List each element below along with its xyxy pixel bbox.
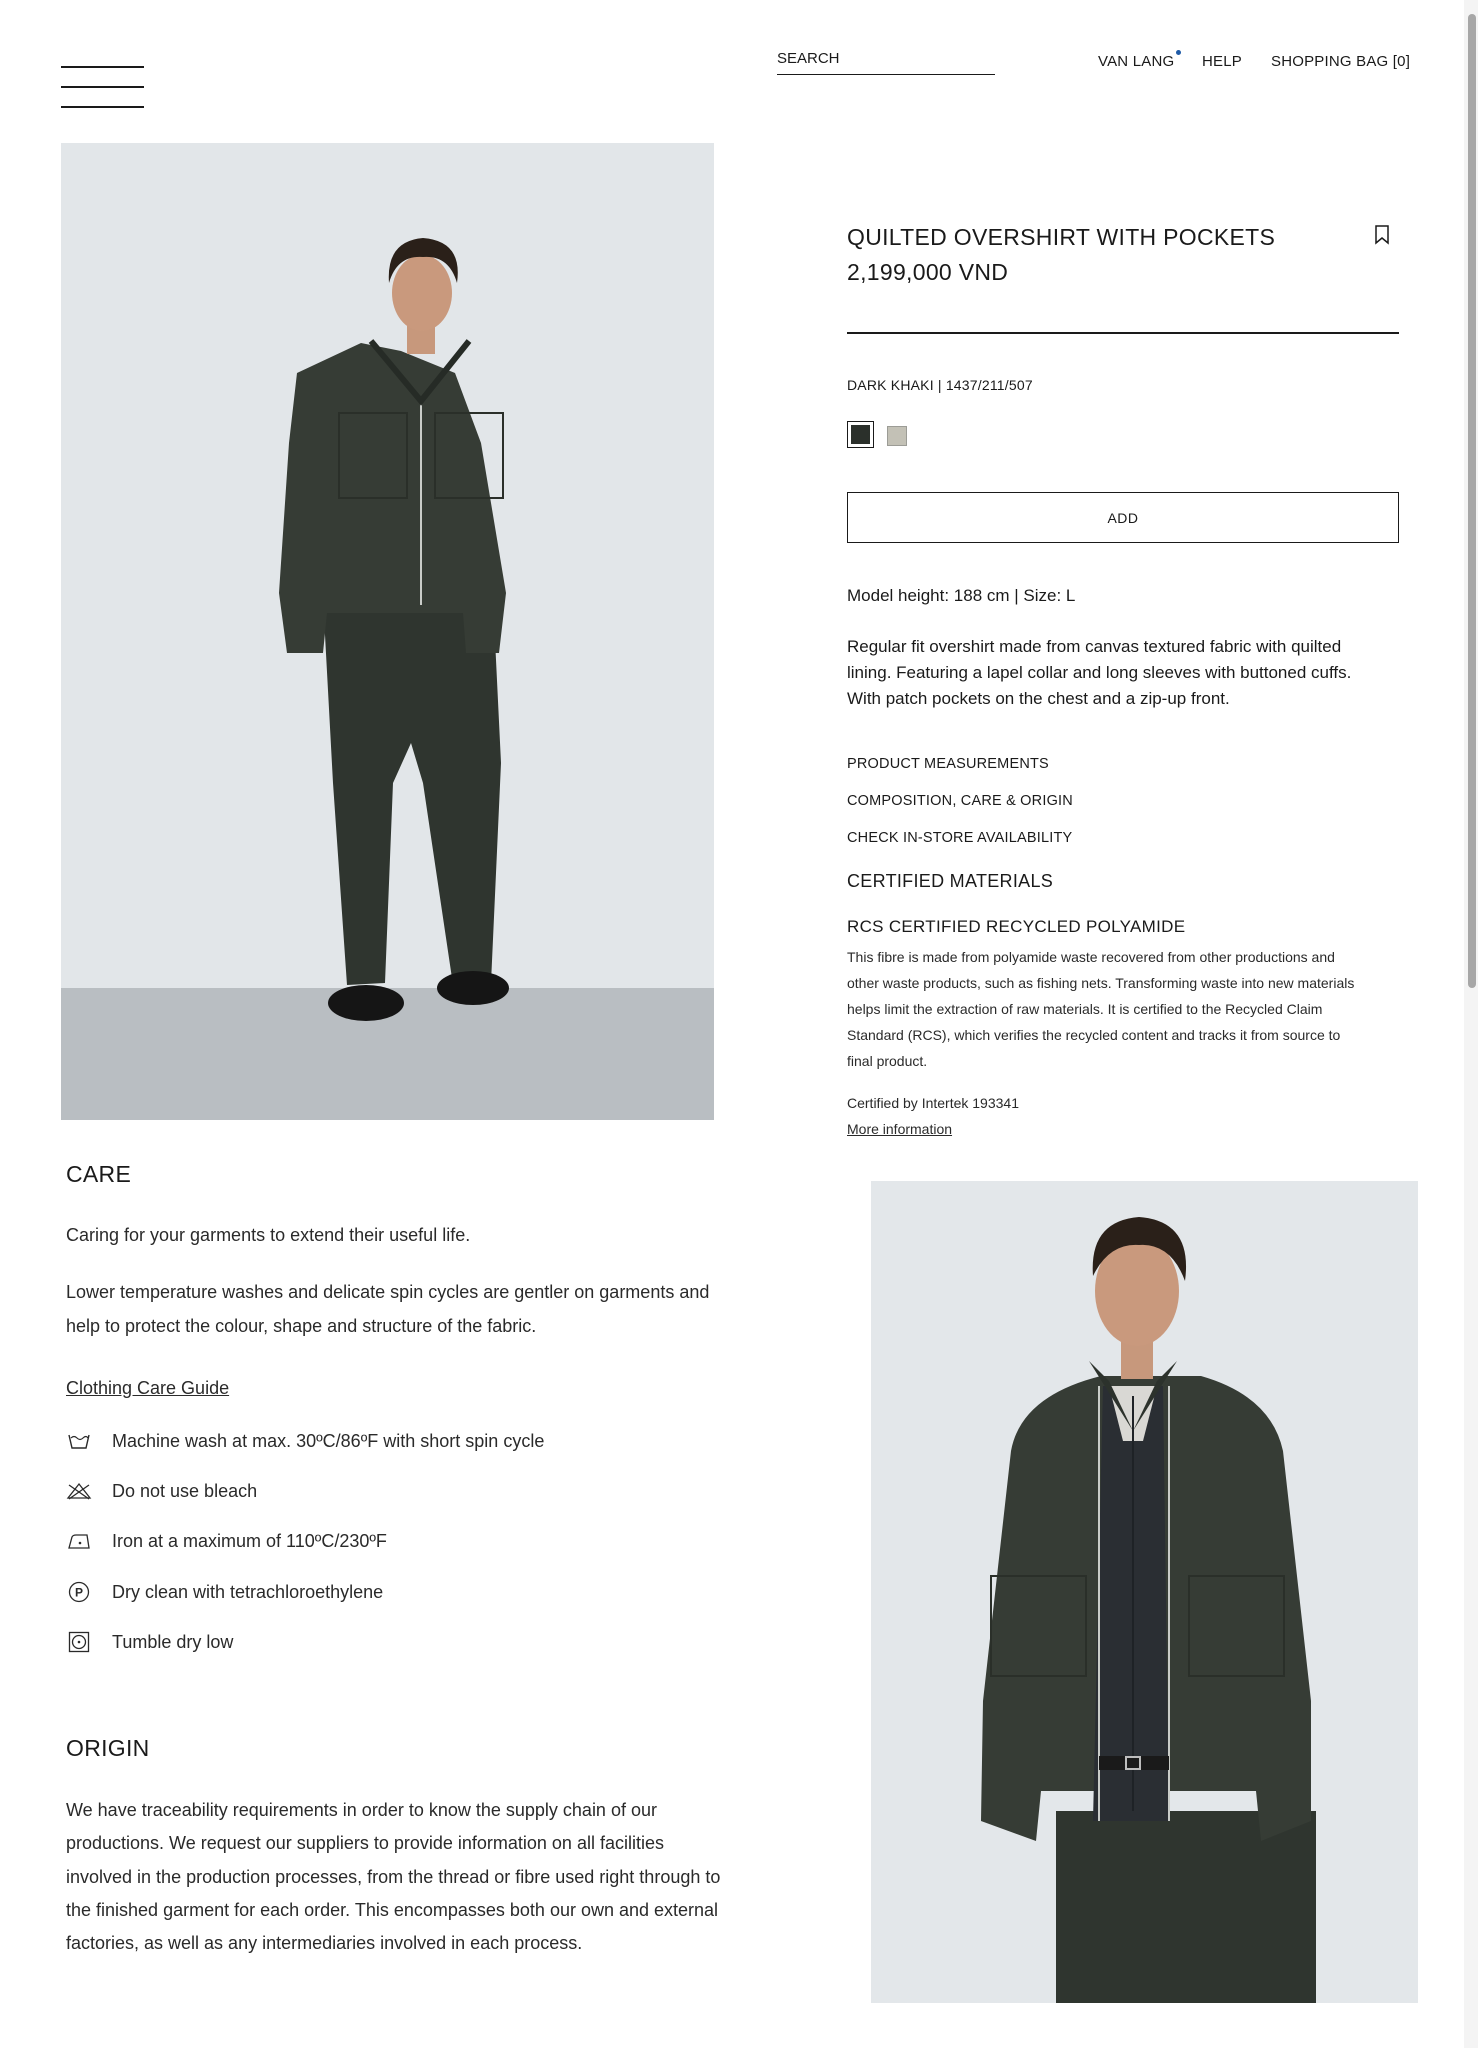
care-instruction-dry-clean: P Dry clean with tetrachloroethylene xyxy=(66,1579,383,1605)
origin-text: We have traceability requirements in ord… xyxy=(66,1800,721,1954)
account-link[interactable]: VAN LANG xyxy=(1098,50,1182,70)
shopping-bag-link[interactable]: SHOPPING BAG [0] xyxy=(1271,53,1410,70)
notification-dot xyxy=(1176,50,1182,55)
care-instruction-bleach: Do not use bleach xyxy=(66,1478,257,1504)
search-field[interactable] xyxy=(777,46,995,75)
search-input[interactable] xyxy=(777,46,995,67)
care-instruction-iron: Iron at a maximum of 110ºC/230ºF xyxy=(66,1528,387,1554)
care-instruction-text: Machine wash at max. 30ºC/86ºF with shor… xyxy=(112,1430,545,1451)
no-bleach-icon xyxy=(66,1478,92,1504)
care-instruction-text: Iron at a maximum of 110ºC/230ºF xyxy=(112,1530,387,1551)
tumble-dry-low-icon xyxy=(66,1629,92,1655)
check-in-store-availability-link[interactable]: CHECK IN-STORE AVAILABILITY xyxy=(847,830,1072,846)
rcs-heading: RCS CERTIFIED RECYCLED POLYAMIDE xyxy=(847,917,1186,936)
dry-clean-p-icon: P xyxy=(66,1579,92,1605)
care-instruction-text: Tumble dry low xyxy=(112,1631,234,1652)
rcs-description: This fibre is made from polyamide waste … xyxy=(847,949,1355,1069)
care-instruction-text: Do not use bleach xyxy=(112,1480,258,1501)
composition-care-origin-link[interactable]: COMPOSITION, CARE & ORIGIN xyxy=(847,793,1073,809)
scrollbar-thumb[interactable] xyxy=(1468,14,1476,988)
clothing-care-guide-link[interactable]: Clothing Care Guide xyxy=(66,1378,229,1399)
color-swatch-light[interactable] xyxy=(887,426,907,446)
title-divider xyxy=(847,332,1399,334)
swatch-fill xyxy=(851,425,870,444)
care-text: Lower temperature washes and delicate sp… xyxy=(66,1282,710,1336)
origin-heading: ORIGIN xyxy=(66,1735,150,1761)
product-image-full-length[interactable] xyxy=(61,143,714,1120)
svg-text:P: P xyxy=(75,1586,83,1600)
more-information-link[interactable]: More information xyxy=(847,1121,952,1137)
product-measurements-link[interactable]: PRODUCT MEASUREMENTS xyxy=(847,756,1049,772)
care-instruction-text: Dry clean with tetrachloroethylene xyxy=(112,1581,384,1602)
product-price: 2,199,000 VND xyxy=(847,259,1009,285)
iron-icon xyxy=(66,1528,92,1554)
color-swatch-dark-khaki[interactable] xyxy=(847,421,874,448)
wash-tub-icon xyxy=(66,1428,92,1454)
add-button[interactable]: ADD xyxy=(847,492,1399,543)
care-instruction-tumble-dry: Tumble dry low xyxy=(66,1629,233,1655)
help-link[interactable]: HELP xyxy=(1202,53,1242,70)
care-intro: Caring for your garments to extend their… xyxy=(66,1225,471,1245)
menu-icon[interactable] xyxy=(61,64,144,110)
model-info: Model height: 188 cm | Size: L xyxy=(847,586,1076,605)
color-reference: DARK KHAKI | 1437/211/507 xyxy=(847,377,1033,393)
care-instruction-wash: Machine wash at max. 30ºC/86ºF with shor… xyxy=(66,1428,544,1454)
model-photo-illustration xyxy=(61,143,714,1120)
certified-by: Certified by Intertek 193341 xyxy=(847,1095,1019,1111)
bookmark-icon[interactable] xyxy=(1374,225,1390,245)
product-image-close-up[interactable] xyxy=(871,1181,1418,2003)
certified-materials-heading: CERTIFIED MATERIALS xyxy=(847,871,1054,891)
product-description: Regular fit overshirt made from canvas t… xyxy=(847,637,1352,708)
model-photo-close-up-illustration xyxy=(871,1181,1418,2003)
care-heading: CARE xyxy=(66,1161,132,1187)
account-label: VAN LANG xyxy=(1098,53,1175,70)
product-title: QUILTED OVERSHIRT WITH POCKETS xyxy=(847,224,1276,250)
